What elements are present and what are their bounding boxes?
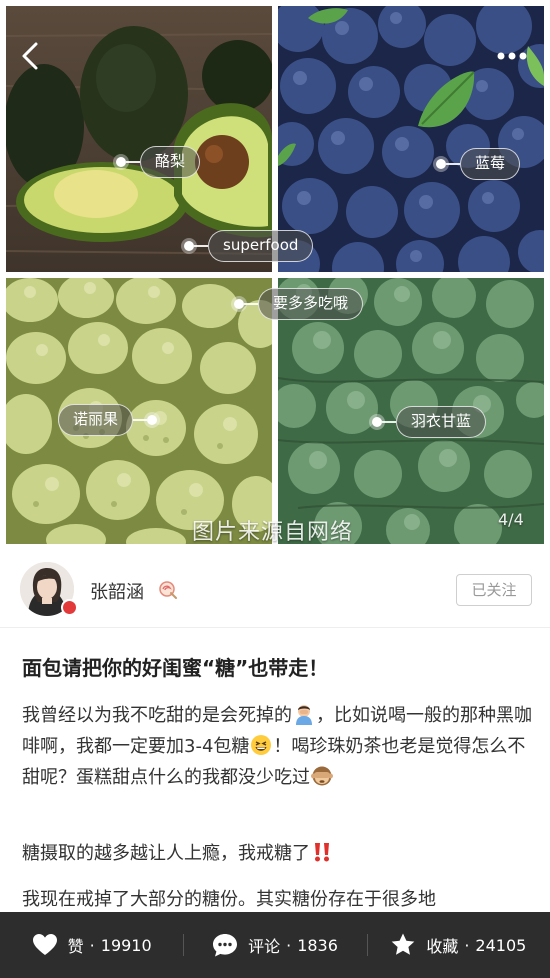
tag-dot xyxy=(234,299,244,309)
comment-button[interactable]: 评论 · 1836 xyxy=(183,912,366,978)
tag-dot xyxy=(116,157,126,167)
tag-label: 羽衣甘蓝 xyxy=(396,406,487,438)
image-source-watermark: 图片来源自网络 xyxy=(192,520,354,545)
comment-bubble-icon xyxy=(213,934,238,957)
paragraph-text: 我曾经以为我不吃甜的是会死掉的 xyxy=(22,705,292,726)
like-label: 赞 xyxy=(67,937,84,956)
star-icon xyxy=(392,933,415,955)
bottom-action-bar: 赞 · 19910 评论 · 1836 收藏 · 24105 xyxy=(0,912,550,978)
comment-label: 评论 xyxy=(248,937,281,956)
paragraph-text: 糖摄取的越多越让人上瘾，我戒糖了 xyxy=(22,843,310,864)
tag-dot xyxy=(372,417,382,427)
tag-label: 要多多吃哦 xyxy=(258,288,364,320)
image-gallery[interactable]: 酪梨 蓝莓 superfood 要多多吃哦 诺丽果 羽衣甘蓝 图片来源自网络 4… xyxy=(0,0,550,548)
tag-avocado[interactable]: 酪梨 xyxy=(116,146,201,178)
favorite-count: 24105 xyxy=(475,935,527,955)
back-arrow-icon[interactable] xyxy=(16,40,44,72)
double-exclamation-emoji-icon xyxy=(311,841,333,863)
post-title: 面包请把你的好闺蜜“糖”也带走！ xyxy=(22,656,329,680)
post-paragraph: 我现在戒掉了大部分的糖份。其实糖份存在于很多地 xyxy=(22,884,532,915)
separator: · xyxy=(464,935,470,955)
man-facepalming-emoji-icon xyxy=(293,703,315,725)
tag-blueberry[interactable]: 蓝莓 xyxy=(436,148,521,180)
paragraph-text: 我现在戒掉了大部分的糖份。其实糖份存在于很多地 xyxy=(22,889,436,910)
tag-line xyxy=(446,163,460,165)
tag-label: 酪梨 xyxy=(140,146,201,178)
like-count: 19910 xyxy=(100,935,152,955)
post-paragraph: 我曾经以为我不吃甜的是会死掉的 ，比如说喝一般的那种黑咖啡啊，我都一定要加3-4包… xyxy=(22,700,532,793)
tag-eat-more[interactable]: 要多多吃哦 xyxy=(234,288,364,320)
heart-icon xyxy=(32,934,57,955)
like-button[interactable]: 赞 · 19910 xyxy=(0,912,183,978)
tag-label: 蓝莓 xyxy=(460,148,521,180)
following-button[interactable]: 已关注 xyxy=(456,574,532,606)
favorite-button[interactable]: 收藏 · 24105 xyxy=(366,912,550,978)
more-dots-icon[interactable] xyxy=(496,48,528,62)
blueberry-photo[interactable] xyxy=(278,6,544,272)
tag-label: 诺丽果 xyxy=(58,404,134,436)
post-paragraph: 糖摄取的越多越让人上瘾，我戒糖了 xyxy=(22,838,532,869)
tag-kale[interactable]: 羽衣甘蓝 xyxy=(372,406,487,438)
comment-count: 1836 xyxy=(297,935,338,955)
favorite-label: 收藏 xyxy=(426,937,459,956)
tag-line xyxy=(194,245,208,247)
tag-noni[interactable]: 诺丽果 xyxy=(58,404,158,436)
lollipop-icon xyxy=(158,580,178,600)
tag-line xyxy=(133,419,148,421)
verified-badge-icon xyxy=(61,599,78,616)
tag-line xyxy=(244,303,258,305)
grinning-squinting-emoji-icon xyxy=(250,734,272,756)
separator: · xyxy=(286,935,292,955)
tag-line xyxy=(382,421,396,423)
tag-dot xyxy=(147,415,158,425)
tag-superfood[interactable]: superfood xyxy=(184,230,314,262)
separator: · xyxy=(89,935,95,955)
author-name[interactable]: 张韶涵 xyxy=(90,578,144,604)
tag-label: superfood xyxy=(208,230,314,262)
tag-line xyxy=(126,161,140,163)
tag-dot xyxy=(184,241,194,251)
see-no-evil-monkey-emoji-icon xyxy=(311,765,333,787)
tag-dot xyxy=(436,159,446,169)
author-row: 张韶涵 已关注 xyxy=(0,548,550,628)
page-indicator: 4/4 xyxy=(498,510,524,529)
